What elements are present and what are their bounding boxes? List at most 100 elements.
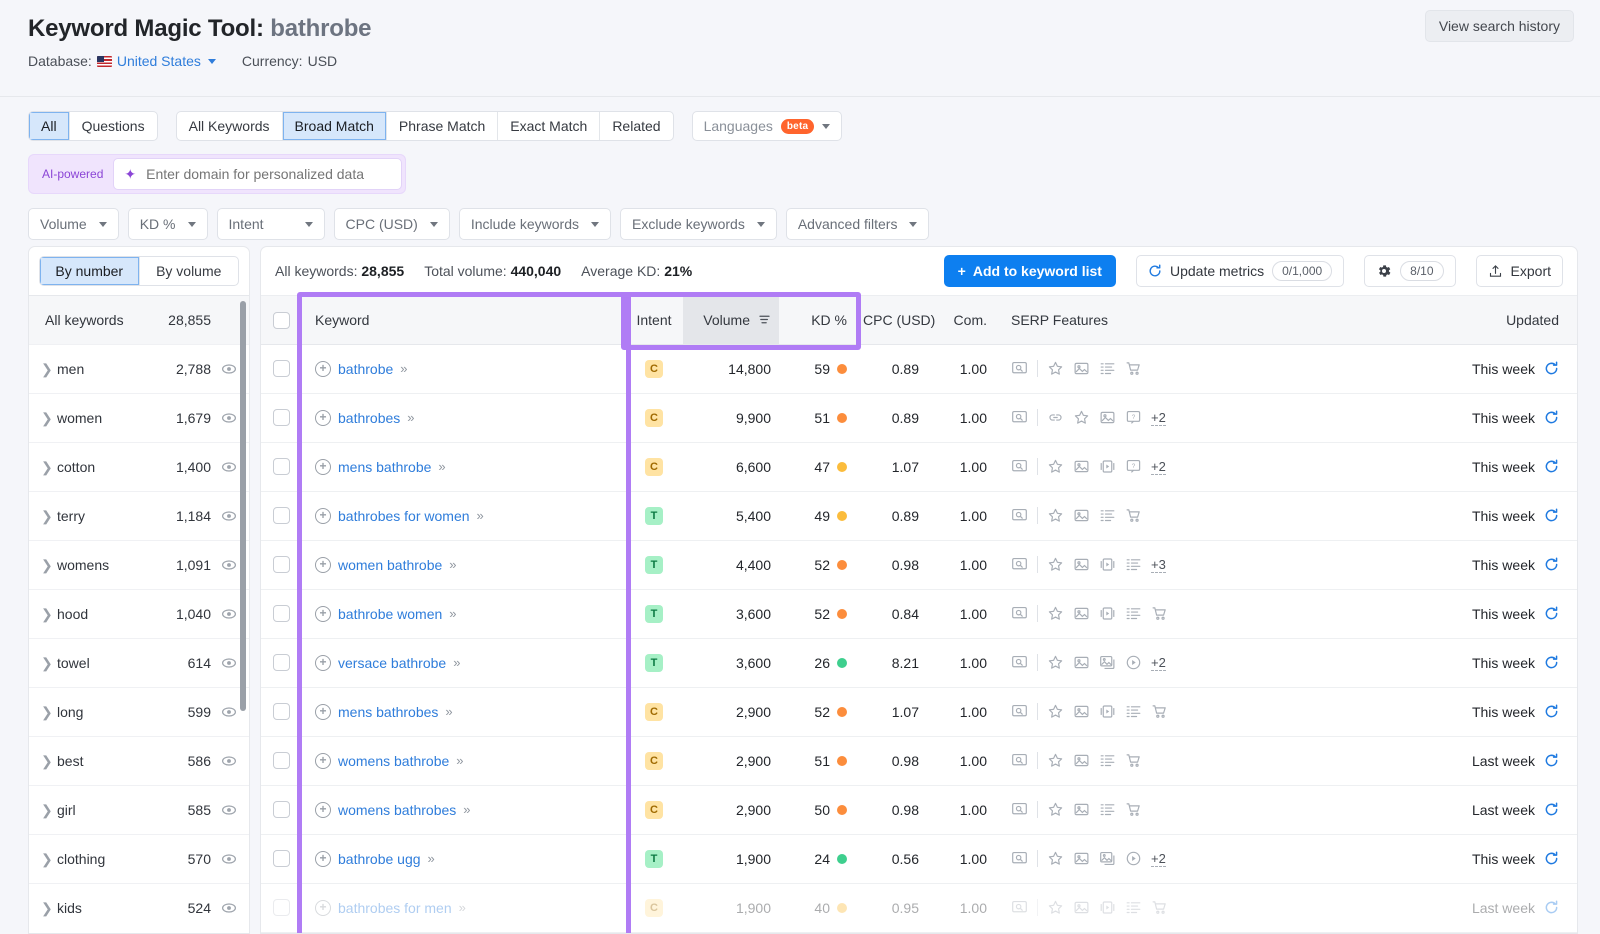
intent-badge[interactable]: C [645,801,663,819]
people-also-ask-icon[interactable]: ? [1125,409,1142,426]
video-carousel-icon[interactable] [1099,458,1116,475]
keyword-link[interactable]: mens bathrobe [338,459,431,475]
image-pack-icon[interactable] [1073,850,1090,867]
keyword-expand-icon[interactable]: » [445,704,451,719]
row-checkbox[interactable] [273,801,290,818]
table-row[interactable]: +versace bathrobe»T3,600268.211.00+2This… [261,638,1577,687]
update-metrics-button[interactable]: Update metrics 0/1,000 [1136,255,1344,287]
image-pack-icon[interactable] [1073,360,1090,377]
reviews-star-icon[interactable] [1047,556,1064,573]
keyword-expand-icon[interactable]: » [477,508,483,523]
toggle-by-volume[interactable]: By volume [140,257,239,285]
keyword-link[interactable]: bathrobe ugg [338,851,421,867]
row-refresh-icon[interactable] [1544,508,1559,523]
tab-all[interactable]: All [29,112,70,140]
sitelinks-icon[interactable] [1125,556,1142,573]
sitelinks-icon[interactable] [1099,752,1116,769]
table-row[interactable]: +women bathrobe»T4,400520.981.00+3This w… [261,540,1577,589]
table-row[interactable]: +bathrobes for men»C1,900400.951.00Last … [261,883,1577,932]
row-refresh-icon[interactable] [1544,361,1559,376]
intent-badge[interactable]: C [645,899,663,917]
row-refresh-icon[interactable] [1544,704,1559,719]
featured-snippet-icon[interactable] [1011,507,1028,524]
database-value[interactable]: United States [117,53,201,69]
eye-icon[interactable] [211,508,237,524]
intent-badge[interactable]: C [645,458,663,476]
featured-snippet-icon[interactable] [1011,360,1028,377]
languages-dropdown[interactable]: Languages beta [692,111,843,141]
image-pack-icon[interactable] [1073,801,1090,818]
header-cpc[interactable]: CPC (USD) [855,296,927,344]
chevron-right-icon[interactable]: ❯ [41,901,57,915]
table-row[interactable]: +womens bathrobes»C2,900500.981.00Last w… [261,785,1577,834]
export-button[interactable]: Export [1476,255,1563,287]
video-icon[interactable] [1125,654,1142,671]
filter-volume[interactable]: Volume [28,208,119,240]
intent-badge[interactable]: T [645,605,663,623]
image-pack-icon[interactable] [1099,409,1116,426]
chevron-right-icon[interactable]: ❯ [41,607,57,621]
tab-phrase-match[interactable]: Phrase Match [387,112,498,140]
sidebar-group-item[interactable]: ❯women1,679 [29,393,249,442]
keyword-expand-icon[interactable]: » [459,900,465,915]
intent-badge[interactable]: C [645,703,663,721]
settings-button[interactable]: 8/10 [1364,255,1455,287]
eye-icon[interactable] [211,557,237,573]
ai-domain-input-wrapper[interactable]: ✦ [113,158,402,190]
chevron-right-icon[interactable]: ❯ [41,705,57,719]
sidebar-group-item[interactable]: ❯best586 [29,736,249,785]
add-keyword-icon[interactable]: + [315,508,331,524]
row-refresh-icon[interactable] [1544,410,1559,425]
reviews-star-icon[interactable] [1047,654,1064,671]
filter-cpc[interactable]: CPC (USD) [334,208,450,240]
eye-icon[interactable] [211,361,237,377]
filter-exclude-keywords[interactable]: Exclude keywords [620,208,777,240]
row-refresh-icon[interactable] [1544,459,1559,474]
sidebar-group-item[interactable]: ❯girl585 [29,785,249,834]
row-checkbox[interactable] [273,703,290,720]
featured-snippet-icon[interactable] [1011,850,1028,867]
table-row[interactable]: +bathrobe ugg»T1,900240.561.00+2This wee… [261,834,1577,883]
row-checkbox[interactable] [273,556,290,573]
shopping-cart-icon[interactable] [1151,703,1168,720]
keyword-expand-icon[interactable]: » [438,459,444,474]
featured-snippet-icon[interactable] [1011,605,1028,622]
sitelinks-icon[interactable] [1125,703,1142,720]
sidebar-scrollbar[interactable] [240,301,246,711]
serp-more-count[interactable]: +3 [1151,557,1166,573]
video-carousel-icon[interactable] [1099,556,1116,573]
row-checkbox[interactable] [273,850,290,867]
eye-icon[interactable] [211,459,237,475]
keyword-expand-icon[interactable]: » [400,361,406,376]
sitelinks-icon[interactable] [1099,507,1116,524]
image-pack-icon[interactable] [1073,556,1090,573]
row-refresh-icon[interactable] [1544,753,1559,768]
video-carousel-icon[interactable] [1099,899,1116,916]
featured-snippet-icon[interactable] [1011,556,1028,573]
sidebar-group-item[interactable]: ❯long599 [29,687,249,736]
keyword-link[interactable]: bathrobes for men [338,900,452,916]
eye-icon[interactable] [211,900,237,916]
video-icon[interactable] [1125,850,1142,867]
row-refresh-icon[interactable] [1544,606,1559,621]
serp-more-count[interactable]: +2 [1151,655,1166,671]
sidebar-group-item[interactable]: ❯terry1,184 [29,491,249,540]
shopping-cart-icon[interactable] [1151,899,1168,916]
reviews-star-icon[interactable] [1047,605,1064,622]
row-checkbox[interactable] [273,360,290,377]
intent-badge[interactable]: T [645,507,663,525]
keyword-expand-icon[interactable]: » [456,753,462,768]
chevron-right-icon[interactable]: ❯ [41,558,57,572]
shopping-cart-icon[interactable] [1125,507,1142,524]
add-keyword-icon[interactable]: + [315,704,331,720]
sitelinks-icon[interactable] [1125,899,1142,916]
add-keyword-icon[interactable]: + [315,459,331,475]
view-search-history-button[interactable]: View search history [1425,10,1574,42]
featured-snippet-icon[interactable] [1011,654,1028,671]
keyword-link[interactable]: mens bathrobes [338,704,438,720]
row-refresh-icon[interactable] [1544,900,1559,915]
featured-snippet-icon[interactable] [1011,801,1028,818]
header-com[interactable]: Com. [927,296,995,344]
keyword-expand-icon[interactable]: » [449,606,455,621]
eye-icon[interactable] [211,753,237,769]
